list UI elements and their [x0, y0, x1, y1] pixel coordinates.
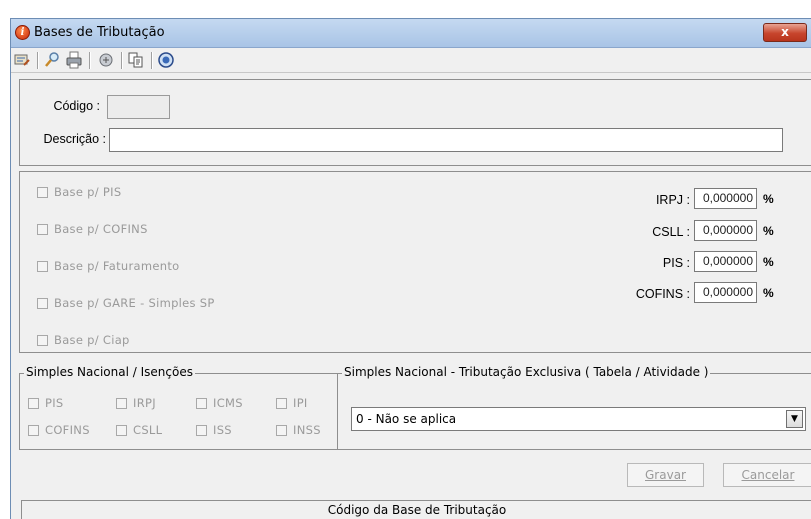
- print-icon[interactable]: [65, 51, 83, 69]
- isencao-inss-checkbox[interactable]: INSS: [276, 423, 321, 437]
- title-bar[interactable]: i Bases de Tributação x: [11, 19, 811, 48]
- isencao-csll-checkbox[interactable]: CSLL: [116, 423, 162, 437]
- chevron-down-icon[interactable]: ▼: [786, 410, 803, 428]
- pis-label: PIS :: [662, 256, 690, 270]
- pis-unit: %: [763, 255, 774, 269]
- app-icon: i: [15, 25, 30, 40]
- codigo-label: Código :: [53, 99, 100, 113]
- edit-icon[interactable]: [13, 51, 31, 69]
- descricao-label: Descrição :: [43, 132, 106, 146]
- cofins-input[interactable]: 0,000000: [694, 282, 757, 303]
- gravar-button[interactable]: Gravar: [627, 463, 704, 487]
- isencao-irpj-checkbox[interactable]: IRPJ: [116, 396, 156, 410]
- csll-unit: %: [763, 224, 774, 238]
- base-gare-checkbox[interactable]: Base p/ GARE - Simples SP: [37, 296, 215, 310]
- bases-tributacao-window: i Bases de Tributação x Código : Descriç: [10, 18, 811, 519]
- irpj-unit: %: [763, 192, 774, 206]
- irpj-label: IRPJ :: [655, 193, 690, 207]
- close-button[interactable]: x: [763, 23, 807, 42]
- bases-panel: Base p/ PIS Base p/ COFINS Base p/ Fatur…: [19, 171, 811, 353]
- isencao-icms-checkbox[interactable]: ICMS: [196, 396, 243, 410]
- search-icon[interactable]: [43, 51, 61, 69]
- header-panel: Código : Descrição :: [19, 79, 811, 166]
- grid-column-header[interactable]: Código da Base de Tributação: [21, 500, 811, 519]
- base-cofins-checkbox[interactable]: Base p/ COFINS: [37, 222, 148, 236]
- irpj-input[interactable]: 0,000000: [694, 188, 757, 209]
- toolbar: [11, 48, 811, 73]
- isencao-pis-checkbox[interactable]: PIS: [28, 396, 64, 410]
- tributacao-exclusiva-select[interactable]: 0 - Não se aplica ▼: [351, 407, 806, 431]
- simples-isencoes-title: Simples Nacional / Isenções: [24, 365, 195, 379]
- window-title: Bases de Tributação: [34, 25, 165, 40]
- base-pis-checkbox[interactable]: Base p/ PIS: [37, 185, 121, 199]
- isencao-iss-checkbox[interactable]: ISS: [196, 423, 232, 437]
- cancelar-button[interactable]: Cancelar: [723, 463, 811, 487]
- info-icon[interactable]: [157, 51, 175, 69]
- isencao-ipi-checkbox[interactable]: IPI: [276, 396, 308, 410]
- base-ciap-checkbox[interactable]: Base p/ Ciap: [37, 333, 130, 347]
- isencao-cofins-checkbox[interactable]: COFINS: [28, 423, 90, 437]
- copy-icon[interactable]: [127, 51, 145, 69]
- codigo-field[interactable]: [107, 95, 170, 119]
- cofins-unit: %: [763, 286, 774, 300]
- pis-input[interactable]: 0,000000: [694, 251, 757, 272]
- tributacao-exclusiva-value: 0 - Não se aplica: [356, 412, 457, 426]
- csll-label: CSLL :: [652, 225, 690, 239]
- descricao-input[interactable]: [109, 128, 783, 152]
- simples-exclusiva-title: Simples Nacional - Tributação Exclusiva …: [342, 365, 711, 379]
- base-faturamento-checkbox[interactable]: Base p/ Faturamento: [37, 259, 179, 273]
- filter-icon[interactable]: [97, 51, 115, 69]
- csll-input[interactable]: 0,000000: [694, 220, 757, 241]
- cofins-label: COFINS :: [635, 287, 690, 301]
